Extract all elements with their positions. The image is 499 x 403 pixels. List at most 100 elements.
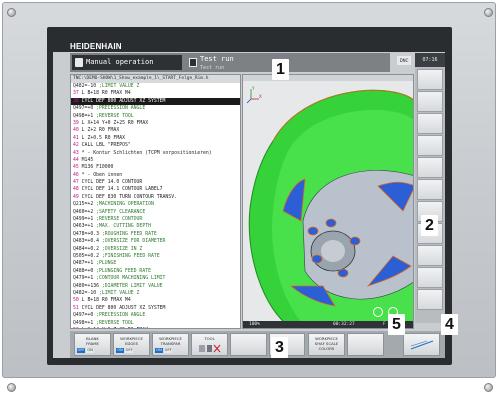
simulation-speed: 100% (249, 322, 260, 327)
program-line[interactable]: 50 L B+18 R0 FMAX M4 (71, 297, 240, 304)
vertical-softkey[interactable] (417, 91, 443, 112)
manual-mode-icon (75, 58, 83, 67)
softkey-label: WORKPIECE SHAF SCALE COLORS (314, 336, 339, 351)
line-comment: ;CONTOUR MACHINING LIMIT (96, 276, 166, 282)
softkey-label: WORKPIECE TRANSPAR (159, 336, 182, 346)
screen: HEIDENHAIN Manual operation Test run Tes… (53, 36, 445, 358)
manual-operation-tab[interactable]: Manual operation (72, 55, 182, 70)
vertical-softkey[interactable] (417, 135, 443, 156)
program-line[interactable]: 49 CYCL DEF 830 TURN CONTOUR TRANSV. (71, 194, 240, 201)
line-code: Q497=+0 (73, 313, 94, 319)
axis-triad-icon: Y X (246, 86, 262, 104)
softkey-label: TOOL (204, 336, 215, 341)
program-line[interactable]: 44 M145 (71, 157, 240, 164)
line-code: Q480=+136 (73, 283, 99, 289)
softkey-tool[interactable]: TOOL (191, 333, 228, 356)
program-line[interactable]: 41 L Z+0.5 R0 FMAX (71, 135, 240, 142)
line-code: L B+18 R0 FMAX M4 (78, 91, 131, 97)
program-line[interactable]: 45 M136 F10000 (71, 164, 240, 171)
callout-5: 5 (388, 314, 405, 335)
softkey-empty[interactable] (347, 333, 384, 356)
line-code: L Z+2 R0 FMAX (78, 128, 120, 134)
vertical-softkey-column: 07:16 (415, 53, 445, 323)
program-line[interactable]: 51 CYCL DEF 800 ADJUST XZ SYSTEM (71, 305, 240, 312)
test-run-icon (189, 58, 197, 67)
vertical-softkey[interactable] (417, 289, 443, 310)
program-line[interactable]: Q484=+0.2 ;OVERSIZE IN Z (71, 246, 240, 253)
line-comment: ;PRECESSION ANGLE (96, 106, 146, 112)
line-number: 52 (73, 328, 79, 329)
line-code: Q482=-10 (73, 84, 97, 89)
program-line[interactable]: Q497=+0 ;PRECESSION ANGLE (71, 312, 240, 319)
softkey-toggle-on: ON (155, 348, 163, 353)
vertical-softkey[interactable] (417, 245, 443, 266)
softkey-toggle-on: ON (116, 348, 124, 353)
vertical-softkey[interactable] (417, 69, 443, 90)
program-line[interactable]: 42 CALL LBL "PREPOS" (71, 142, 240, 149)
program-line[interactable]: Q483=+0.4 ;OVERSIZE FOR DIAMETER (71, 238, 240, 245)
softkey-toggle-off: OFF (164, 348, 173, 353)
dnc-indicator: DNC (397, 56, 411, 65)
line-code: Q215=+2 (73, 202, 94, 208)
line-code: L X+14 Y+0 Z+25 R0 FMAX (79, 328, 148, 329)
softkey-blank-frame[interactable]: BLANK FRAME OFF ON (74, 333, 111, 356)
program-line[interactable]: Q482=-10 ;LIMIT VALUE Z (71, 290, 240, 297)
vertical-softkey[interactable] (417, 267, 443, 288)
program-line[interactable]: Q498=+1 ;REVERSE TOOL (71, 113, 240, 120)
svg-text:Y: Y (251, 86, 255, 91)
program-lines: Q482=-10 ;LIMIT VALUE Z 37 L B+18 R0 FMAX… (71, 83, 240, 329)
program-line[interactable]: Q497=+0 ;PRECESSION ANGLE (71, 105, 240, 112)
line-code: Q482=-10 (73, 290, 97, 296)
softkey-workpiece-edges[interactable]: WORKPIECE EDGES ON OFF (113, 333, 150, 356)
feed-indicator: F (383, 322, 386, 327)
program-line[interactable]: 43 * - Kontur Schlichten (TCPM vorpositi… (71, 150, 240, 157)
program-listing[interactable]: TNC:\DEMO-SHOW\1_Show_example_1\_START_F… (70, 74, 241, 329)
softkey-label: WORKPIECE EDGES (120, 336, 143, 346)
line-code: CYCL DEF 14.1 CONTOUR LABEL7 (78, 187, 163, 193)
program-line[interactable]: Q488=+0 ;PLUNGING FEED RATE (71, 268, 240, 275)
program-line[interactable]: Q498=+1 ;REVERSE TOOL (71, 320, 240, 327)
wheel-graphic: Y X (246, 86, 413, 328)
softkey-workpiece-colors[interactable]: WORKPIECE SHAF SCALE COLORS (308, 333, 345, 356)
softkey-empty[interactable] (230, 333, 267, 356)
screw-icon (484, 383, 493, 392)
softkey-more[interactable] (403, 333, 440, 356)
softkey-workpiece-transparent[interactable]: WORKPIECE TRANSPAR ON OFF (152, 333, 189, 356)
line-code: CYCL DEF 800 ADJUST XZ SYSTEM (78, 98, 166, 104)
program-line[interactable]: 46 * - Oben innen (71, 172, 240, 179)
program-line[interactable]: Q215=+2 ;MACHINING OPERATION (71, 201, 240, 208)
program-line[interactable]: Q479=+1 ;CONTOUR MACHINING LIMIT (71, 275, 240, 282)
program-line[interactable]: Q482=-10 ;LIMIT VALUE Z (71, 83, 240, 90)
callout-1: 1 (272, 59, 289, 80)
program-line[interactable]: 47 CYCL DEF 14.0 CONTOUR (71, 179, 240, 186)
simulation-view[interactable]: Y X 100% 00:32:27 F (242, 74, 414, 329)
line-comment: ;ROUGHING FEED RATE (101, 231, 157, 237)
program-line[interactable]: 37 L B+18 R0 FMAX M4 (71, 90, 240, 97)
program-line[interactable]: 48 CYCL DEF 14.1 CONTOUR LABEL7 (71, 186, 240, 193)
program-line[interactable]: Q478=+0.3 ;ROUGHING FEED RATE (71, 231, 240, 238)
line-code: Q479=+1 (73, 276, 94, 282)
test-run-tab[interactable]: Test run Test run (186, 55, 274, 71)
vertical-softkey[interactable] (417, 157, 443, 178)
program-line[interactable]: Q499=+1 ;REVERSE CONTOUR (71, 216, 240, 223)
line-comment: ;SAFETY CLEARANCE (96, 209, 146, 215)
program-line[interactable]: 38 CYCL DEF 800 ADJUST XZ SYSTEM (71, 97, 240, 106)
program-line[interactable]: 52 L X+14 Y+0 Z+25 R0 FMAX (71, 327, 240, 329)
vertical-softkey[interactable] (417, 113, 443, 134)
softkey-toggle-off: OFF (125, 348, 134, 353)
line-code: M145 (78, 157, 94, 163)
program-line[interactable]: Q460=+2 ;SAFETY CLEARANCE (71, 209, 240, 216)
line-comment: ;LIMIT VALUE Z (99, 84, 140, 89)
line-comment: ;MACHINING OPERATION (96, 202, 154, 208)
rotate-view-icon[interactable] (373, 307, 383, 317)
line-code: Q460=+2 (73, 209, 94, 215)
program-line[interactable]: Q480=+136 ;DIAMETER LIMIT VALUE (71, 283, 240, 290)
program-line[interactable]: 39 L X+14 Y+0 Z+25 R0 FMAX (71, 120, 240, 127)
vertical-softkey[interactable] (417, 179, 443, 200)
test-run-label: Test run (200, 55, 234, 63)
program-line[interactable]: Q463=+1 ;MAX. CUTTING DEPTH (71, 223, 240, 230)
program-line[interactable]: Q487=+1 ;PLUNGE (71, 260, 240, 267)
program-line[interactable]: Q505=+0.2 ;FINISHING FEED RATE (71, 253, 240, 260)
program-line[interactable]: 40 L Z+2 R0 FMAX (71, 127, 240, 134)
line-code: M136 F10000 (78, 165, 114, 171)
